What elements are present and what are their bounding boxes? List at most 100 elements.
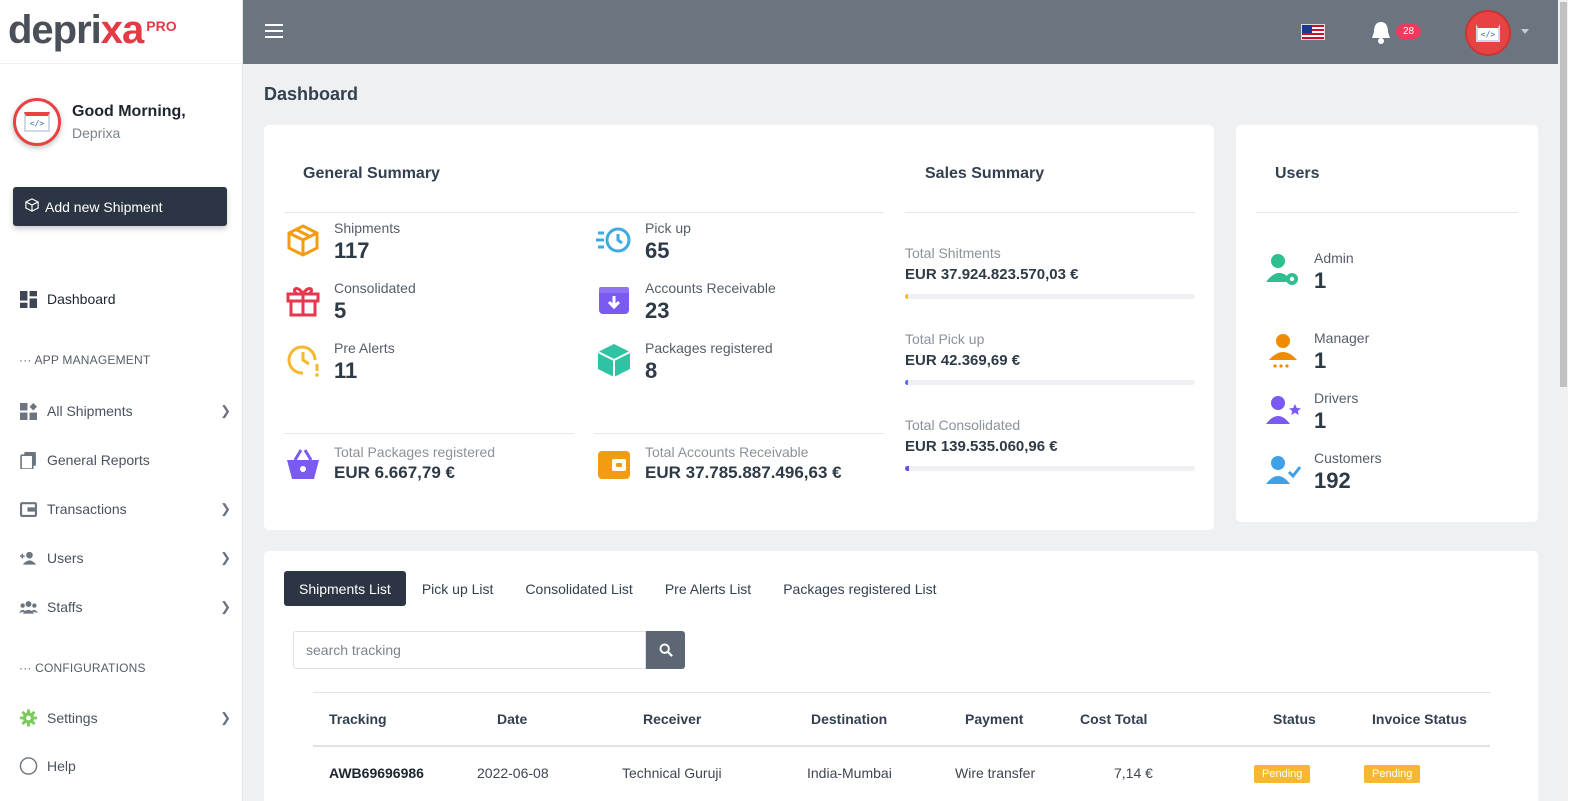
progress-bar	[905, 294, 1195, 299]
stat-value: 117	[334, 238, 370, 263]
page-edge	[1568, 0, 1593, 801]
stat-consolidated: Consolidated 5	[285, 280, 416, 324]
column-header[interactable]: Payment	[965, 711, 1023, 727]
tab-consolidated-list[interactable]: Consolidated List	[509, 571, 648, 606]
column-header[interactable]: Receiver	[643, 711, 701, 727]
dashboard-icon	[19, 290, 38, 309]
search-input[interactable]	[293, 631, 646, 669]
box-icon	[25, 198, 39, 215]
column-header[interactable]: Invoice Status	[1372, 711, 1467, 727]
sidebar-item-settings[interactable]: Settings ❯	[0, 706, 242, 730]
users-title: Users	[1275, 165, 1320, 182]
us-flag-icon[interactable]	[1301, 24, 1325, 40]
sidebar-item-label: Dashboard	[47, 291, 116, 307]
code-icon: </>	[24, 112, 50, 132]
sales-value: EUR 139.535.060,96 €	[905, 438, 1058, 455]
column-header[interactable]: Cost Total	[1080, 711, 1147, 727]
tracking-link[interactable]: AWB69696986	[329, 765, 424, 781]
stat-value: 65	[645, 238, 670, 263]
sales-value: EUR 42.369,69 €	[905, 352, 1021, 369]
table-cell-receiver: Technical Guruji	[622, 765, 722, 781]
package-icon	[597, 344, 631, 377]
tab-pre-alerts-list[interactable]: Pre Alerts List	[649, 571, 767, 606]
search-button[interactable]	[646, 631, 685, 669]
stat-value: 1	[1314, 268, 1327, 293]
stat-value: 8	[645, 358, 658, 383]
shipments-icon	[19, 402, 38, 421]
sidebar-item-label: Users	[47, 550, 84, 566]
sales-total-consolidated: Total Consolidated EUR 139.535.060,96 €	[905, 417, 1195, 471]
user-gear-icon	[1266, 254, 1298, 285]
sidebar-item-help[interactable]: Help	[0, 754, 242, 778]
table-cell-destination: India-Mumbai	[807, 765, 892, 781]
notification-badge: 28	[1396, 24, 1422, 39]
scrollbar[interactable]	[1558, 0, 1568, 801]
table-cell-cost: 7,14 €	[1114, 765, 1153, 781]
sales-total-pick-up: Total Pick up EUR 42.369,69 €	[905, 331, 1195, 385]
user-tie-icon	[1269, 334, 1297, 368]
divider	[284, 212, 884, 213]
avatar[interactable]: </>	[13, 98, 61, 146]
sidebar-item-label: Settings	[47, 710, 98, 726]
sidebar-item-staffs[interactable]: Staffs ❯	[0, 595, 242, 619]
fast-clock-icon	[596, 227, 631, 253]
add-shipment-button[interactable]: Add new Shipment	[13, 187, 227, 226]
user-stat-admin: Admin 1	[1265, 250, 1354, 294]
staffs-icon	[19, 598, 38, 617]
chevron-right-icon: ❯	[220, 501, 231, 516]
column-header[interactable]: Tracking	[329, 711, 387, 727]
menu-icon[interactable]	[265, 24, 283, 42]
sidebar-item-dashboard[interactable]: Dashboard	[0, 287, 242, 311]
user-avatar[interactable]: </>	[1465, 10, 1511, 56]
stat-value: 192	[1314, 468, 1351, 493]
general-summary-title: General Summary	[303, 165, 440, 182]
sidebar-item-users[interactable]: Users ❯	[0, 546, 242, 570]
tab-shipments-list[interactable]: Shipments List	[284, 571, 406, 606]
help-icon	[19, 757, 38, 776]
tab-packages-registered-list[interactable]: Packages registered List	[767, 571, 952, 606]
basket-icon	[287, 449, 319, 479]
stat-label: Pick up	[645, 220, 691, 236]
stat-label: Total Accounts Receivable	[645, 444, 809, 460]
section-configurations: ··· CONFIGURATIONS	[19, 661, 146, 675]
table-top-border	[313, 692, 1490, 693]
chevron-down-icon[interactable]	[1521, 29, 1529, 34]
bell-icon[interactable]	[1369, 20, 1393, 46]
stat-value: 11	[334, 358, 358, 383]
stat-value: EUR 6.667,79 €	[334, 463, 455, 482]
sidebar-item-label: All Shipments	[47, 403, 133, 419]
stat-accounts-receivable: Accounts Receivable 23	[596, 280, 776, 324]
sidebar-item-transactions[interactable]: Transactions ❯	[0, 497, 242, 521]
sidebar-item-general-reports[interactable]: General Reports	[0, 448, 242, 472]
sidebar-item-label: Transactions	[47, 501, 127, 517]
scrollbar-thumb[interactable]	[1560, 2, 1567, 387]
list-tabs: Shipments List Pick up List Consolidated…	[284, 571, 953, 606]
sales-label: Total Consolidated	[905, 417, 1021, 433]
column-header[interactable]: Destination	[811, 711, 887, 727]
stat-pick-up: Pick up 65	[596, 220, 691, 264]
column-header[interactable]: Date	[497, 711, 527, 727]
stat-value: 1	[1314, 348, 1327, 373]
topbar: 28 </>	[243, 0, 1558, 64]
sidebar-item-label: Staffs	[47, 599, 83, 615]
reports-icon	[19, 451, 38, 470]
profile: </> Good Morning, Deprixa	[0, 64, 242, 146]
user-star-icon	[1266, 396, 1301, 424]
logo-pro-badge: PRO	[146, 18, 177, 34]
gear-icon	[19, 709, 38, 728]
divider	[594, 433, 884, 434]
add-shipment-label: Add new Shipment	[45, 198, 163, 215]
divider	[1256, 212, 1518, 213]
column-header[interactable]: Status	[1273, 711, 1316, 727]
logo[interactable]: deprixa PRO	[0, 0, 242, 64]
user-stat-drivers: Drivers 1	[1265, 390, 1358, 434]
progress-bar	[905, 380, 1195, 385]
divider	[905, 212, 1195, 213]
clock-alert-icon	[287, 345, 319, 377]
stat-value: 1	[1314, 408, 1327, 433]
sidebar-item-all-shipments[interactable]: All Shipments ❯	[0, 399, 242, 423]
tab-pick-up-list[interactable]: Pick up List	[406, 571, 510, 606]
table-cell-date: 2022-06-08	[477, 765, 549, 781]
stat-label: Admin	[1314, 250, 1354, 266]
page-title: Dashboard	[264, 84, 359, 104]
